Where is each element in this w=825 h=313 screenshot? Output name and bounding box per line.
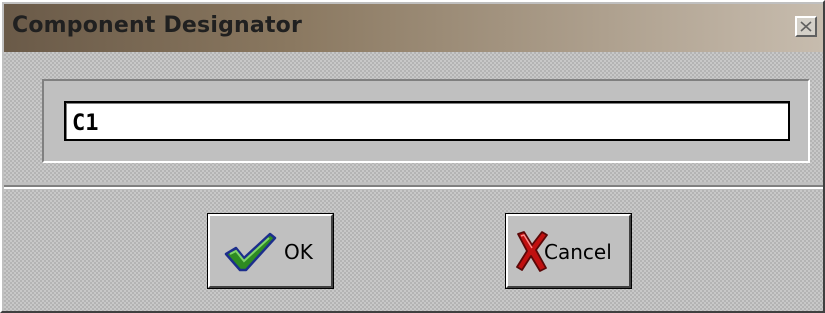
ok-button[interactable]: OK <box>208 214 333 288</box>
close-icon <box>800 21 812 32</box>
input-group-frame <box>42 79 810 163</box>
component-designator-dialog: Component Designator OK Cancel <box>0 0 825 313</box>
checkmark-icon <box>224 232 277 272</box>
designator-input[interactable] <box>64 101 790 141</box>
title-bar[interactable]: Component Designator <box>4 4 823 52</box>
close-button[interactable] <box>795 16 817 37</box>
button-panel: OK Cancel <box>4 190 823 311</box>
cancel-button[interactable]: Cancel <box>506 214 631 288</box>
cancel-button-label: Cancel <box>544 240 612 264</box>
ok-button-label: OK <box>284 240 313 264</box>
separator-line <box>4 185 823 189</box>
input-panel <box>4 52 823 182</box>
window-title: Component Designator <box>12 13 303 38</box>
